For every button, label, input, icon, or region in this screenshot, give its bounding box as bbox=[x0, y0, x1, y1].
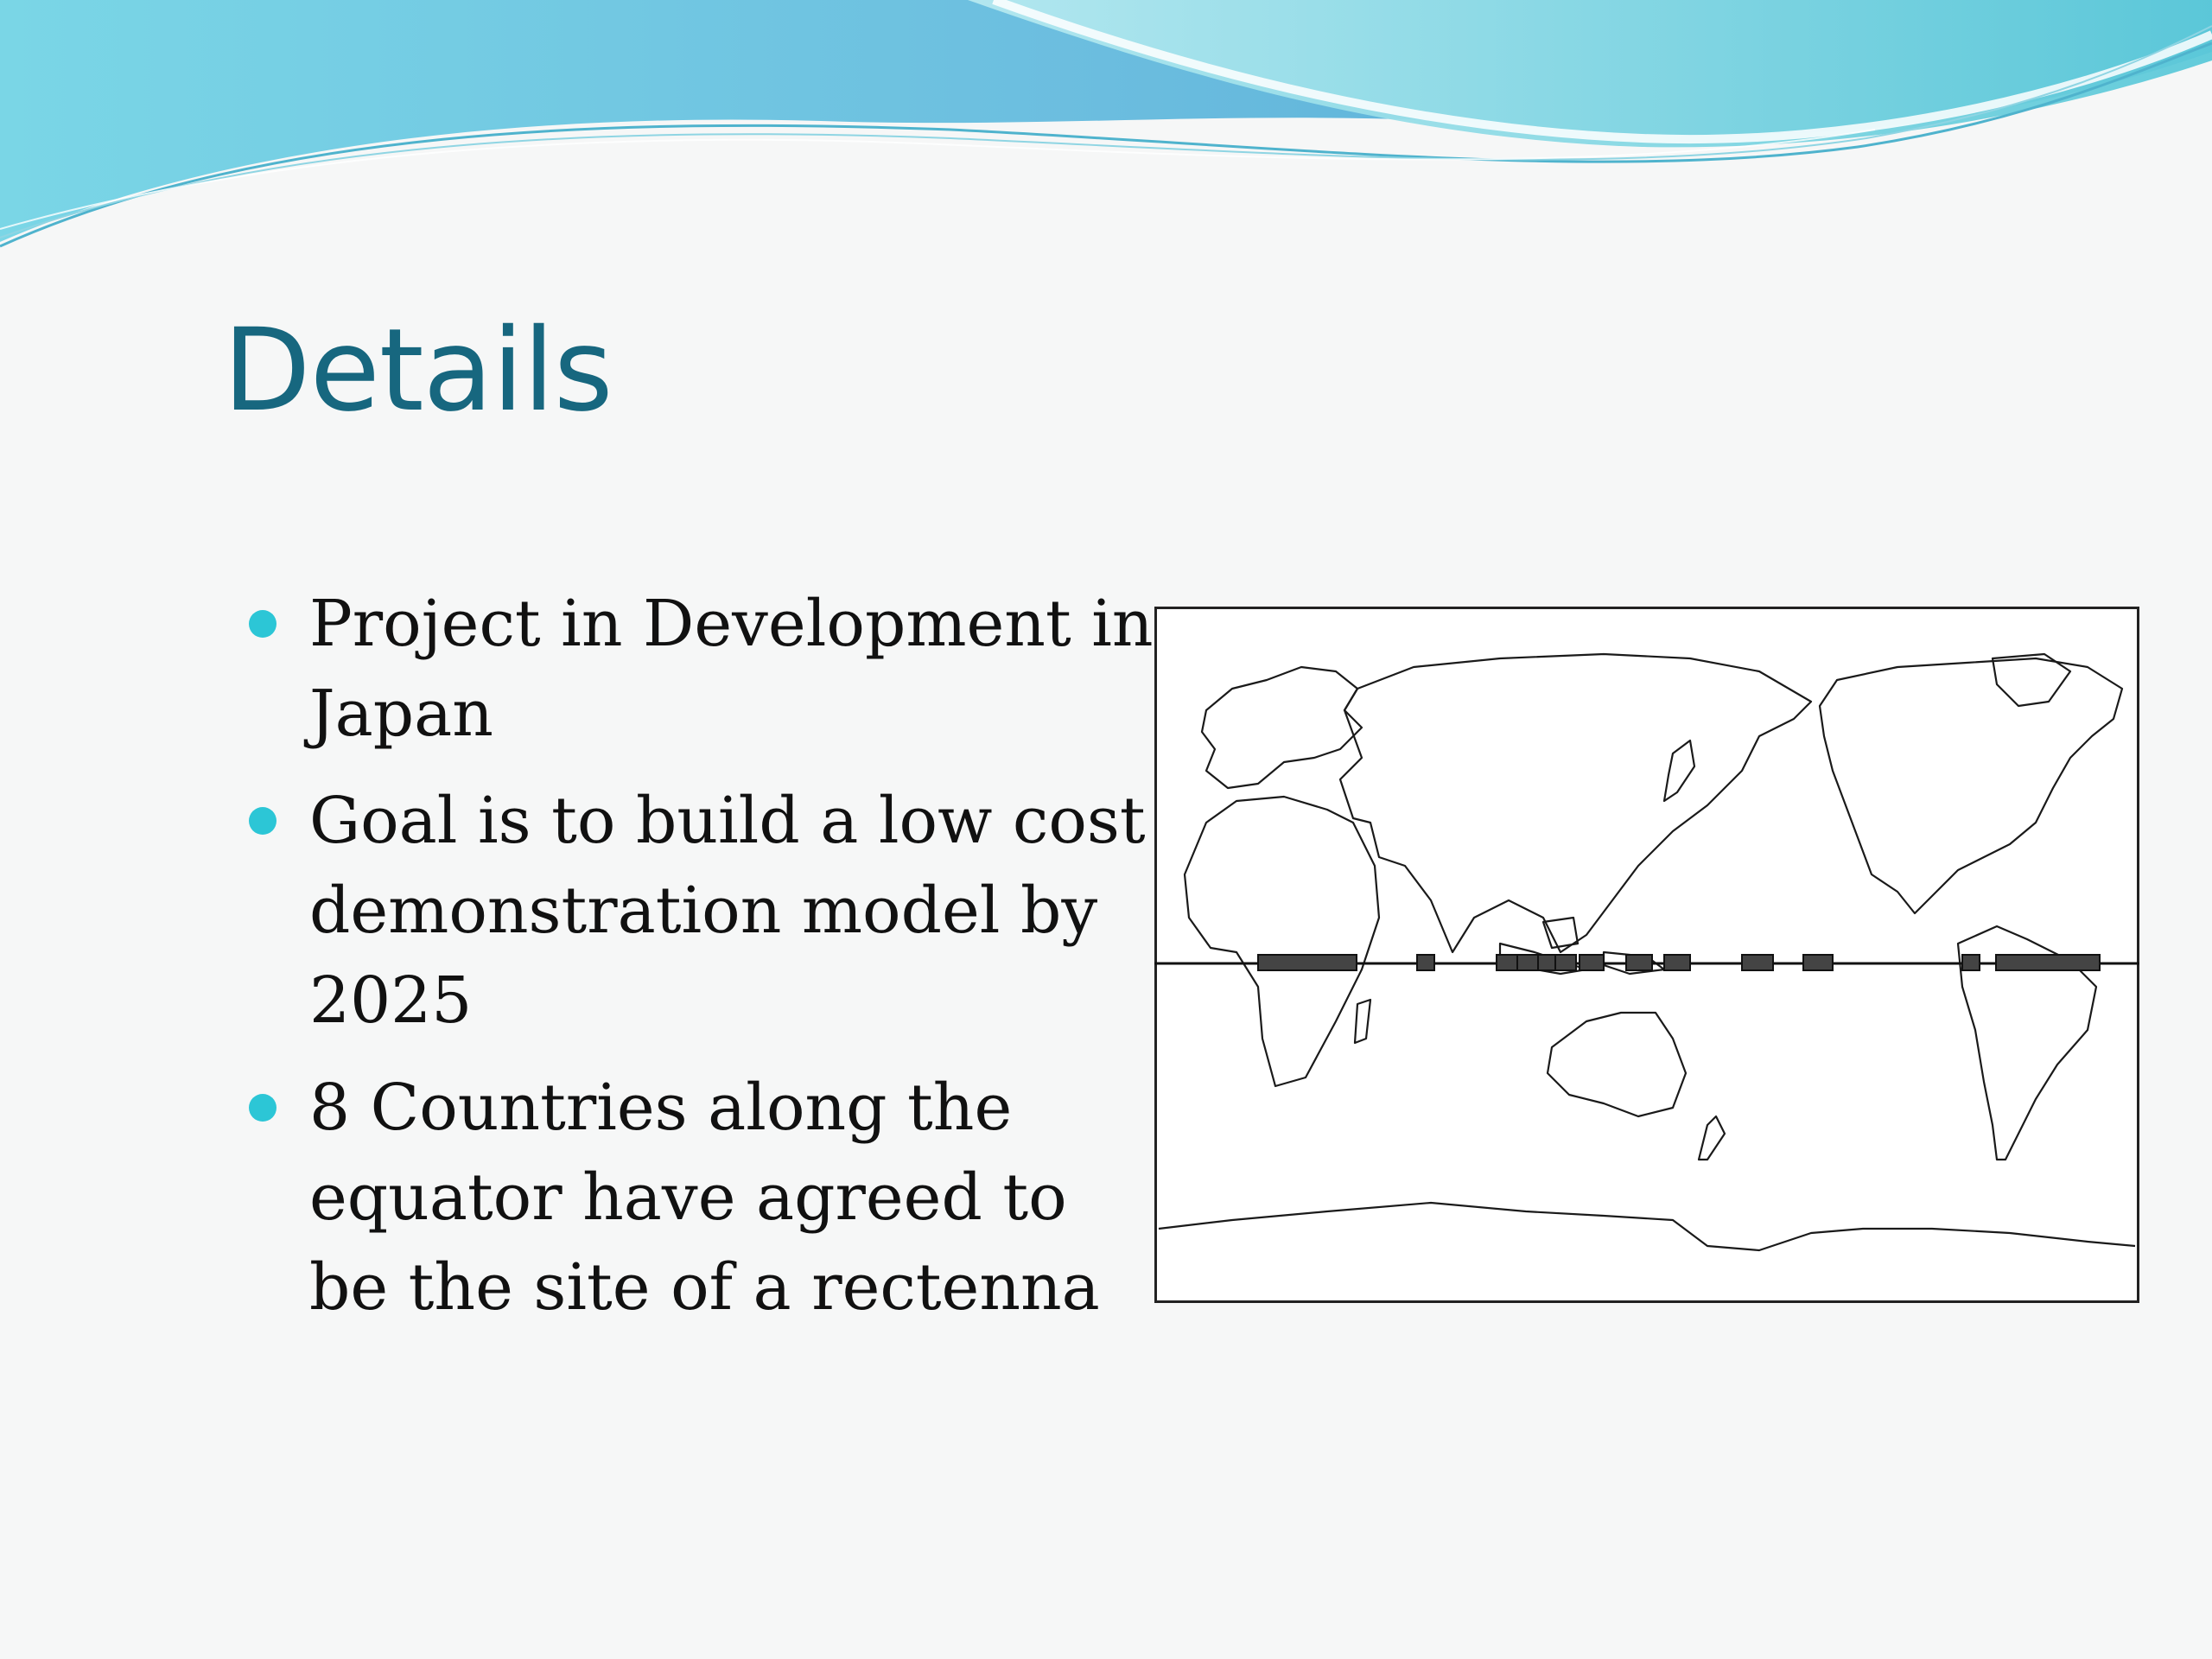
rectenna-site-marker bbox=[1961, 954, 1980, 971]
bullet-item: 8 Countries along the equator have agree… bbox=[244, 1063, 1160, 1332]
rectenna-site-marker bbox=[1496, 954, 1518, 971]
world-map-image bbox=[1154, 607, 2139, 1303]
slide-title: Details bbox=[223, 304, 613, 437]
rectenna-site-marker bbox=[1995, 954, 2101, 971]
rectenna-site-marker bbox=[1579, 954, 1605, 971]
bullet-text: Project in Development in Japan bbox=[309, 587, 1154, 751]
rectenna-site-marker bbox=[1663, 954, 1691, 971]
rectenna-site-marker bbox=[1625, 954, 1653, 971]
bullet-text: Goal is to build a low cost demonstratio… bbox=[309, 784, 1146, 1038]
rectenna-site-marker bbox=[1537, 954, 1556, 971]
rectenna-site-marker bbox=[1741, 954, 1774, 971]
header-wave-decoration bbox=[0, 0, 2212, 248]
rectenna-site-marker bbox=[1554, 954, 1577, 971]
bullet-item: Goal is to build a low cost demonstratio… bbox=[244, 776, 1160, 1046]
slide: Details Project in Development in Japan … bbox=[0, 0, 2212, 1659]
rectenna-site-marker bbox=[1516, 954, 1539, 971]
rectenna-site-marker bbox=[1416, 954, 1435, 971]
bullet-icon bbox=[249, 610, 276, 638]
bullet-icon bbox=[249, 1094, 276, 1122]
bullet-icon bbox=[249, 807, 276, 835]
rectenna-site-marker bbox=[1802, 954, 1834, 971]
rectenna-site-marker bbox=[1257, 954, 1357, 971]
bullet-item: Project in Development in Japan bbox=[244, 579, 1160, 759]
bullet-text: 8 Countries along the equator have agree… bbox=[309, 1071, 1100, 1325]
bullet-list: Project in Development in Japan Goal is … bbox=[244, 579, 1160, 1350]
